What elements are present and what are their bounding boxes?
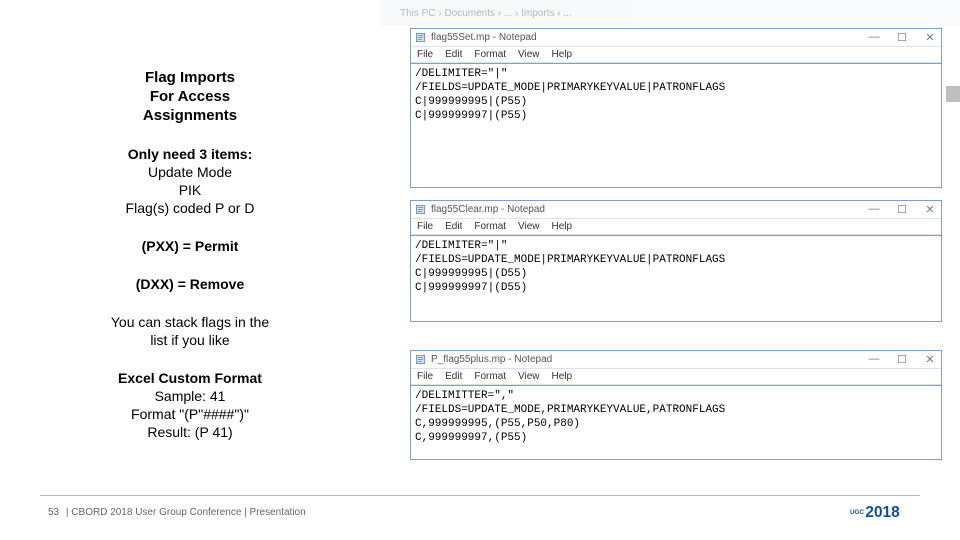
notepad-icon	[415, 32, 426, 43]
menu-edit[interactable]: Edit	[445, 371, 462, 382]
page-number: 53	[48, 507, 59, 518]
text-line: Format "(P"####")"	[85, 405, 295, 423]
text-area[interactable]: /DELIMITTER="," /FIELDS=UPDATE_MODE,PRIM…	[411, 385, 941, 455]
menu-file[interactable]: File	[417, 371, 433, 382]
menu-edit[interactable]: Edit	[445, 221, 462, 232]
menu-format[interactable]: Format	[474, 221, 506, 232]
menu-view[interactable]: View	[518, 49, 540, 60]
logo-year: 2018	[865, 504, 900, 521]
menu-help[interactable]: Help	[552, 221, 573, 232]
minimize-button[interactable]: —	[867, 203, 881, 216]
notepad-icon	[415, 204, 426, 215]
menubar: File Edit Format View Help	[411, 47, 941, 63]
notepad-window-clear: flag55Clear.mp - Notepad — ☐ ✕ File Edit…	[410, 200, 942, 322]
excel-format: Excel Custom Format Sample: 41 Format "(…	[85, 369, 295, 441]
text-line: Sample: 41	[85, 387, 295, 405]
window-title: flag55Clear.mp - Notepad	[431, 204, 867, 215]
text-line: Only need 3 items:	[85, 145, 295, 163]
text-line: (DXX) = Remove	[85, 275, 295, 293]
maximize-button[interactable]: ☐	[895, 203, 909, 216]
footer-text: CBORD 2018 User Group Conference | Prese…	[71, 507, 305, 518]
title-line: Assignments	[85, 106, 295, 125]
permit-line: (PXX) = Permit	[85, 237, 295, 255]
text-area[interactable]: /DELIMITER="|" /FIELDS=UPDATE_MODE|PRIMA…	[411, 63, 941, 133]
menu-format[interactable]: Format	[474, 49, 506, 60]
window-controls: — ☐ ✕	[867, 31, 937, 44]
ugc-2018-logo: UGC 2018	[850, 500, 920, 521]
logo-prefix: UGC	[850, 509, 864, 516]
remove-line: (DXX) = Remove	[85, 275, 295, 293]
footer-divider	[40, 495, 920, 496]
scrollbar-fragment	[946, 86, 960, 102]
titlebar[interactable]: flag55Clear.mp - Notepad — ☐ ✕	[411, 201, 941, 219]
text-line: PIK	[85, 181, 295, 199]
menu-help[interactable]: Help	[552, 371, 573, 382]
title-line: Flag Imports	[85, 68, 295, 87]
menu-file[interactable]: File	[417, 49, 433, 60]
menubar: File Edit Format View Help	[411, 369, 941, 385]
footer: 53 | CBORD 2018 User Group Conference | …	[48, 507, 306, 518]
maximize-button[interactable]: ☐	[895, 353, 909, 366]
text-line: list if you like	[85, 331, 295, 349]
menu-file[interactable]: File	[417, 221, 433, 232]
close-button[interactable]: ✕	[923, 353, 937, 366]
title-line: For Access	[85, 87, 295, 106]
text-line: Flag(s) coded P or D	[85, 199, 295, 217]
menu-view[interactable]: View	[518, 371, 540, 382]
text-line: (PXX) = Permit	[85, 237, 295, 255]
text-line: Update Mode	[85, 163, 295, 181]
obscured-breadcrumb: This PC › Documents › ... › Imports › ..…	[380, 0, 960, 26]
window-controls: — ☐ ✕	[867, 353, 937, 366]
text-line: Result: (P 41)	[85, 423, 295, 441]
notepad-icon	[415, 354, 426, 365]
text-area[interactable]: /DELIMITER="|" /FIELDS=UPDATE_MODE|PRIMA…	[411, 235, 941, 305]
window-controls: — ☐ ✕	[867, 203, 937, 216]
minimize-button[interactable]: —	[867, 31, 881, 44]
notepad-window-set: flag55Set.mp - Notepad — ☐ ✕ File Edit F…	[410, 28, 942, 188]
minimize-button[interactable]: —	[867, 353, 881, 366]
close-button[interactable]: ✕	[923, 31, 937, 44]
text-line: Excel Custom Format	[85, 369, 295, 387]
stack-note: You can stack flags in the list if you l…	[85, 313, 295, 349]
needed-items: Only need 3 items: Update Mode PIK Flag(…	[85, 145, 295, 217]
menu-help[interactable]: Help	[552, 49, 573, 60]
titlebar[interactable]: P_flag55plus.mp - Notepad — ☐ ✕	[411, 351, 941, 369]
window-title: flag55Set.mp - Notepad	[431, 32, 867, 43]
menu-view[interactable]: View	[518, 221, 540, 232]
notepad-window-plus: P_flag55plus.mp - Notepad — ☐ ✕ File Edi…	[410, 350, 942, 460]
close-button[interactable]: ✕	[923, 203, 937, 216]
window-title: P_flag55plus.mp - Notepad	[431, 354, 867, 365]
menubar: File Edit Format View Help	[411, 219, 941, 235]
breadcrumb-text: This PC › Documents › ... › Imports › ..…	[400, 8, 572, 19]
maximize-button[interactable]: ☐	[895, 31, 909, 44]
menu-edit[interactable]: Edit	[445, 49, 462, 60]
slide-body-text: Flag Imports For Access Assignments Only…	[85, 68, 295, 461]
menu-format[interactable]: Format	[474, 371, 506, 382]
slide-title: Flag Imports For Access Assignments	[85, 68, 295, 125]
titlebar[interactable]: flag55Set.mp - Notepad — ☐ ✕	[411, 29, 941, 47]
text-line: You can stack flags in the	[85, 313, 295, 331]
